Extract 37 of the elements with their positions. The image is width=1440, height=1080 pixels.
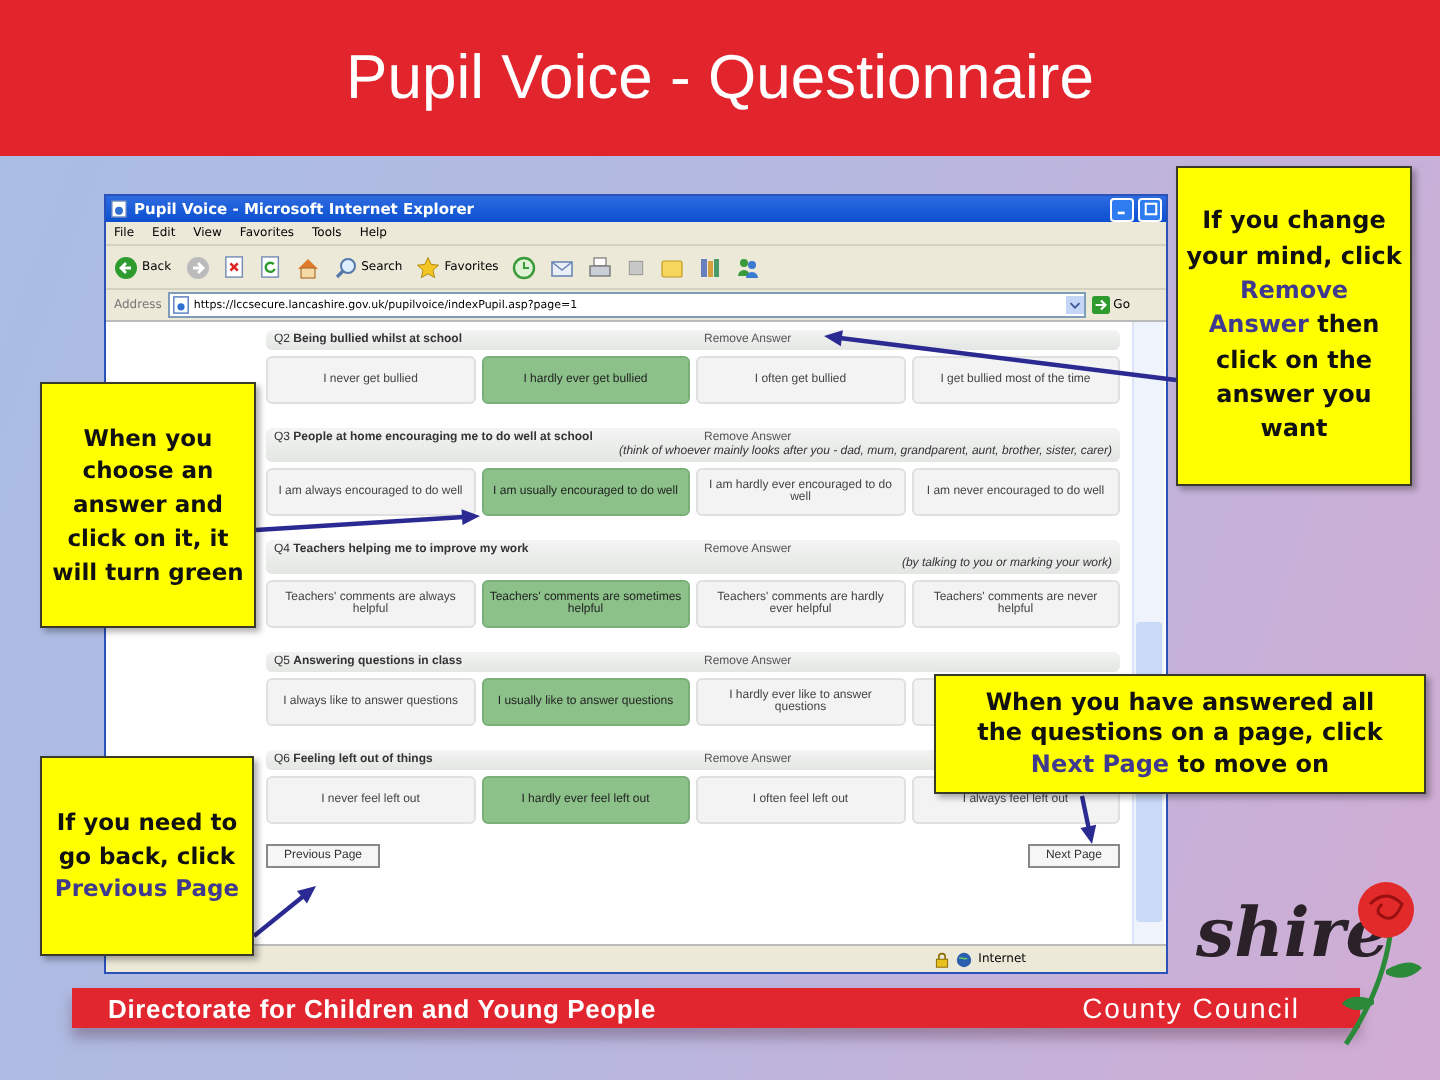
go-arrow-icon <box>1091 296 1110 314</box>
home-icon <box>295 255 320 279</box>
refresh-icon <box>259 256 282 278</box>
pointer-arrow <box>1079 795 1097 844</box>
dropdown-icon <box>1065 296 1084 314</box>
next-page-tooltip: When you have answered all the questions on a page, click Next Page to move on <box>934 674 1426 794</box>
folder-icon <box>660 255 685 279</box>
footer-text: Directorate for Children and Young People <box>108 993 657 1023</box>
maximize-button[interactable] <box>1138 197 1162 221</box>
pointer-arrow <box>252 886 316 938</box>
choose-answer-tooltip: When you choose an answer and click on it, it will turn green <box>40 382 256 628</box>
lock-icon <box>934 951 951 967</box>
people-icon <box>736 255 761 279</box>
globe-icon <box>956 951 973 967</box>
remove-answer-tooltip: If you change your mind, click Remove Answer then click on the answer you want <box>1176 166 1412 486</box>
toolbar-button[interactable] <box>550 255 575 279</box>
toolbar-button[interactable] <box>259 256 282 278</box>
minimize-button[interactable] <box>1110 197 1134 221</box>
search-icon <box>333 255 358 279</box>
printer-icon <box>588 255 613 279</box>
back-icon <box>114 255 138 279</box>
clock-icon <box>512 255 537 279</box>
council-name: County Council <box>1082 992 1300 1024</box>
slide-title: Pupil Voice - Questionnaire <box>346 42 1094 114</box>
toolbar-button[interactable] <box>698 255 723 279</box>
toolbar-button[interactable] <box>223 256 246 278</box>
toolbar-button[interactable] <box>736 255 761 279</box>
previous-page-tooltip: If you need to go back, click Previous Page <box>40 756 254 956</box>
toolbar-button[interactable] <box>295 255 320 279</box>
stop-icon <box>223 256 246 278</box>
maximize-icon <box>1143 202 1157 216</box>
toolbar-button[interactable] <box>588 255 613 279</box>
mail-icon <box>550 255 575 279</box>
forward-icon <box>185 255 210 279</box>
star-icon <box>416 255 441 279</box>
toolbar-button[interactable] <box>512 255 537 279</box>
books-icon <box>698 255 723 279</box>
